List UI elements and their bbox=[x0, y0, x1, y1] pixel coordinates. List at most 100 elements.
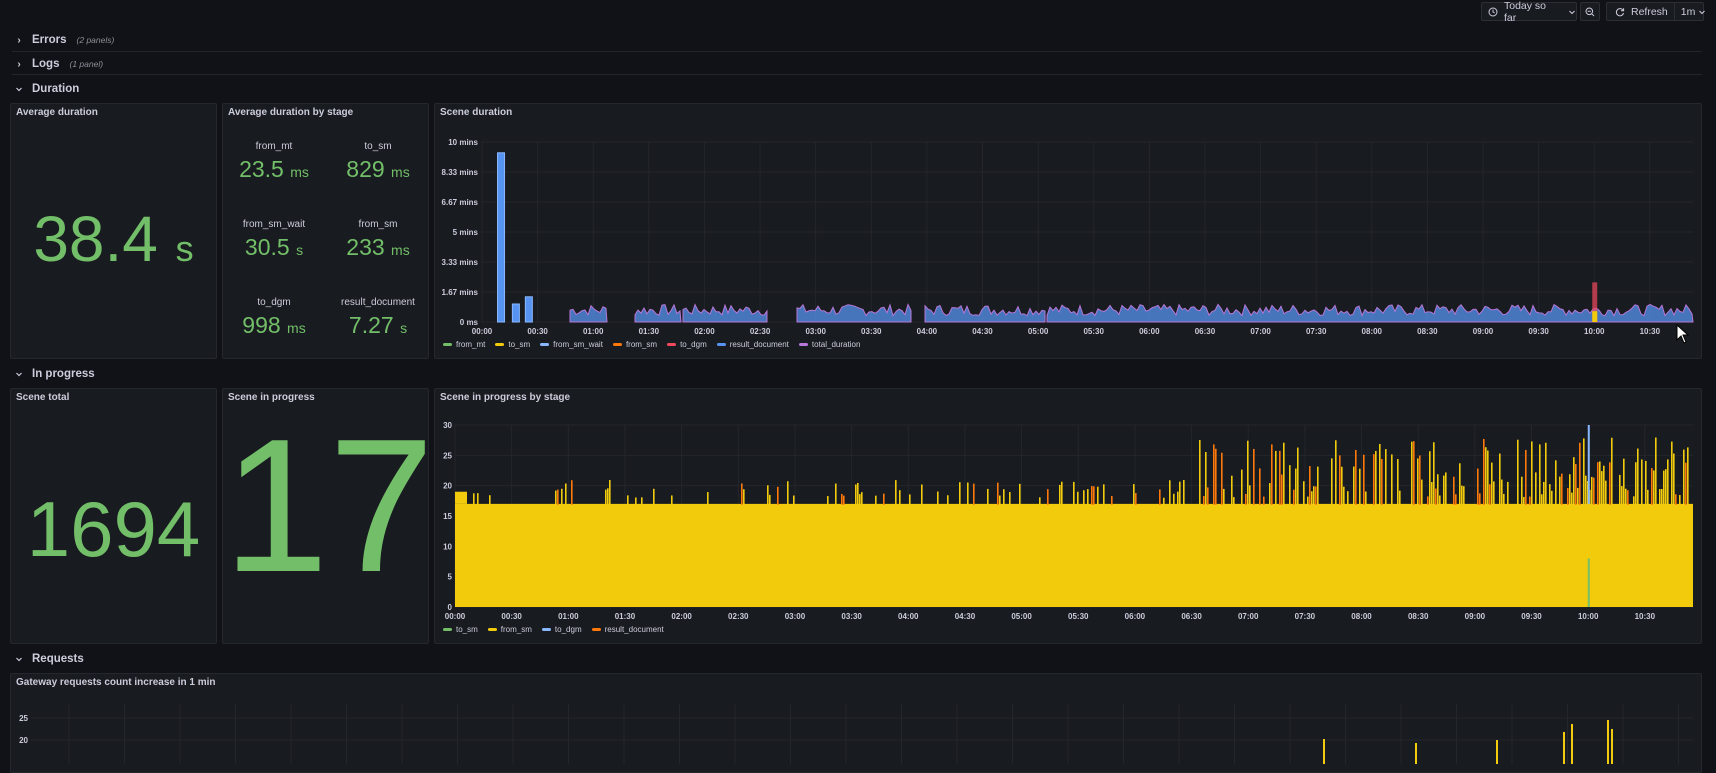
panel-title: Average duration bbox=[16, 107, 98, 118]
y-tick-label: 8.33 mins bbox=[442, 168, 479, 177]
legend-item[interactable]: to_sm bbox=[443, 625, 478, 634]
y-tick-label: 0 bbox=[448, 603, 453, 612]
data-bar bbox=[565, 483, 567, 505]
data-bar bbox=[1059, 484, 1061, 505]
data-bar bbox=[1687, 447, 1689, 505]
x-tick-label: 09:30 bbox=[1521, 612, 1542, 621]
legend-item[interactable]: to_sm bbox=[495, 340, 530, 349]
data-bar bbox=[1073, 481, 1075, 505]
stage-label: from_sm_wait bbox=[242, 219, 306, 230]
data-bar bbox=[1571, 724, 1573, 764]
stage-number: 23.5 bbox=[239, 156, 284, 182]
x-tick-label: 08:00 bbox=[1362, 327, 1383, 336]
data-bar bbox=[1323, 739, 1325, 764]
data-bar bbox=[1625, 488, 1627, 505]
data-bar bbox=[1453, 476, 1455, 505]
data-bar bbox=[1483, 438, 1485, 505]
data-bar bbox=[743, 489, 745, 505]
data-bar bbox=[1563, 732, 1565, 764]
legend-swatch bbox=[443, 343, 452, 346]
data-bar bbox=[777, 486, 779, 505]
legend-item[interactable]: result_document bbox=[716, 340, 789, 349]
x-tick-label: 10:30 bbox=[1635, 612, 1656, 621]
row-requests[interactable]: Requests bbox=[12, 648, 1702, 670]
data-bar bbox=[1477, 468, 1479, 505]
y-tick-label: 5 bbox=[448, 573, 453, 582]
data-bar bbox=[1375, 450, 1377, 505]
data-bar bbox=[1315, 486, 1317, 505]
duration-area bbox=[569, 304, 608, 323]
data-bar bbox=[1173, 493, 1175, 505]
legend-item[interactable]: result_document bbox=[591, 625, 664, 634]
legend-item[interactable]: to_dgm bbox=[667, 340, 707, 349]
data-bar bbox=[707, 492, 709, 505]
stage-value: 233 ms bbox=[333, 234, 423, 261]
gateway-requests-chart[interactable]: 25 20 bbox=[11, 674, 1701, 764]
data-bar bbox=[1647, 489, 1649, 505]
data-bar bbox=[1539, 444, 1541, 505]
panel-average-duration-by-stage: Average duration by stage from_mt 23.5 m… bbox=[222, 103, 429, 359]
panel-scene-total: Scene total 1694 bbox=[10, 388, 217, 644]
stacked-bar-area bbox=[455, 503, 1693, 607]
data-bar bbox=[1461, 485, 1463, 505]
data-bar bbox=[1655, 437, 1657, 505]
data-bar bbox=[1019, 483, 1021, 505]
stage-number: 829 bbox=[346, 156, 385, 182]
x-tick-label: 00:30 bbox=[501, 612, 522, 621]
data-bar bbox=[1555, 460, 1557, 505]
x-tick-label: 02:00 bbox=[671, 612, 692, 621]
row-errors[interactable]: › Errors (2 panels) bbox=[12, 29, 1702, 51]
data-bar bbox=[1179, 481, 1181, 505]
zoom-out-button[interactable] bbox=[1580, 2, 1600, 21]
data-bar bbox=[1183, 479, 1185, 505]
refresh-button[interactable]: Refresh bbox=[1607, 3, 1674, 20]
data-bar bbox=[1623, 458, 1625, 505]
legend-item[interactable]: from_sm bbox=[487, 625, 532, 634]
data-bar bbox=[1521, 476, 1523, 505]
data-bar bbox=[859, 494, 861, 505]
data-bar bbox=[1529, 496, 1531, 505]
row-in-progress[interactable]: In progress bbox=[12, 363, 1702, 385]
stage-stat: from_mt 23.5 ms bbox=[229, 141, 319, 183]
data-bar bbox=[1253, 448, 1255, 505]
data-bar bbox=[1549, 484, 1551, 505]
stage-label: to_dgm bbox=[257, 297, 291, 308]
data-bar bbox=[1411, 441, 1413, 505]
data-bar bbox=[937, 491, 939, 505]
data-bar bbox=[1605, 480, 1607, 505]
data-bar bbox=[1293, 489, 1295, 505]
legend-item[interactable]: from_sm bbox=[612, 340, 657, 349]
legend-item[interactable]: from_sm_wait bbox=[540, 340, 603, 349]
data-bar bbox=[1215, 448, 1217, 505]
y-tick-label: 25 bbox=[443, 451, 452, 460]
stage-unit: s bbox=[296, 242, 304, 258]
data-bar bbox=[557, 489, 559, 505]
data-bar bbox=[1583, 438, 1585, 505]
data-bar bbox=[605, 489, 607, 505]
data-bar bbox=[1207, 487, 1209, 505]
y-tick-label: 30 bbox=[443, 421, 452, 430]
data-bar bbox=[1385, 449, 1387, 505]
data-bar bbox=[1501, 479, 1503, 505]
data-bar bbox=[1611, 729, 1613, 764]
data-bar bbox=[1437, 474, 1439, 505]
data-bar bbox=[767, 485, 769, 505]
scene-duration-chart[interactable]: 10 mins 8.33 mins 6.67 mins 5 mins 3.33 mins… bbox=[435, 104, 1701, 358]
row-duration[interactable]: Duration bbox=[12, 78, 1702, 100]
stat-number: 38.4 bbox=[33, 203, 158, 275]
time-range-picker[interactable]: Today so far bbox=[1481, 0, 1577, 24]
data-bar bbox=[1353, 466, 1355, 505]
legend-item[interactable]: from_mt bbox=[443, 340, 485, 349]
refresh-interval-select[interactable]: 1m bbox=[1675, 3, 1711, 20]
x-tick-label: 04:00 bbox=[898, 612, 919, 621]
x-tick-label: 10:00 bbox=[1578, 612, 1599, 621]
legend-swatch bbox=[667, 343, 677, 346]
y-tick-label: 10 bbox=[443, 542, 452, 551]
row-logs[interactable]: › Logs (1 panel) bbox=[12, 53, 1702, 75]
x-tick-label: 01:00 bbox=[583, 327, 604, 336]
data-bar bbox=[1439, 495, 1441, 505]
scene-by-stage-chart[interactable]: 30 25 20 15 10 5 000:00 00:30 01:00 01:30 02:00 02:… bbox=[435, 389, 1701, 643]
data-spike bbox=[524, 296, 533, 323]
legend-item[interactable]: total_duration bbox=[798, 340, 860, 349]
legend-item[interactable]: to_dgm bbox=[541, 625, 582, 634]
